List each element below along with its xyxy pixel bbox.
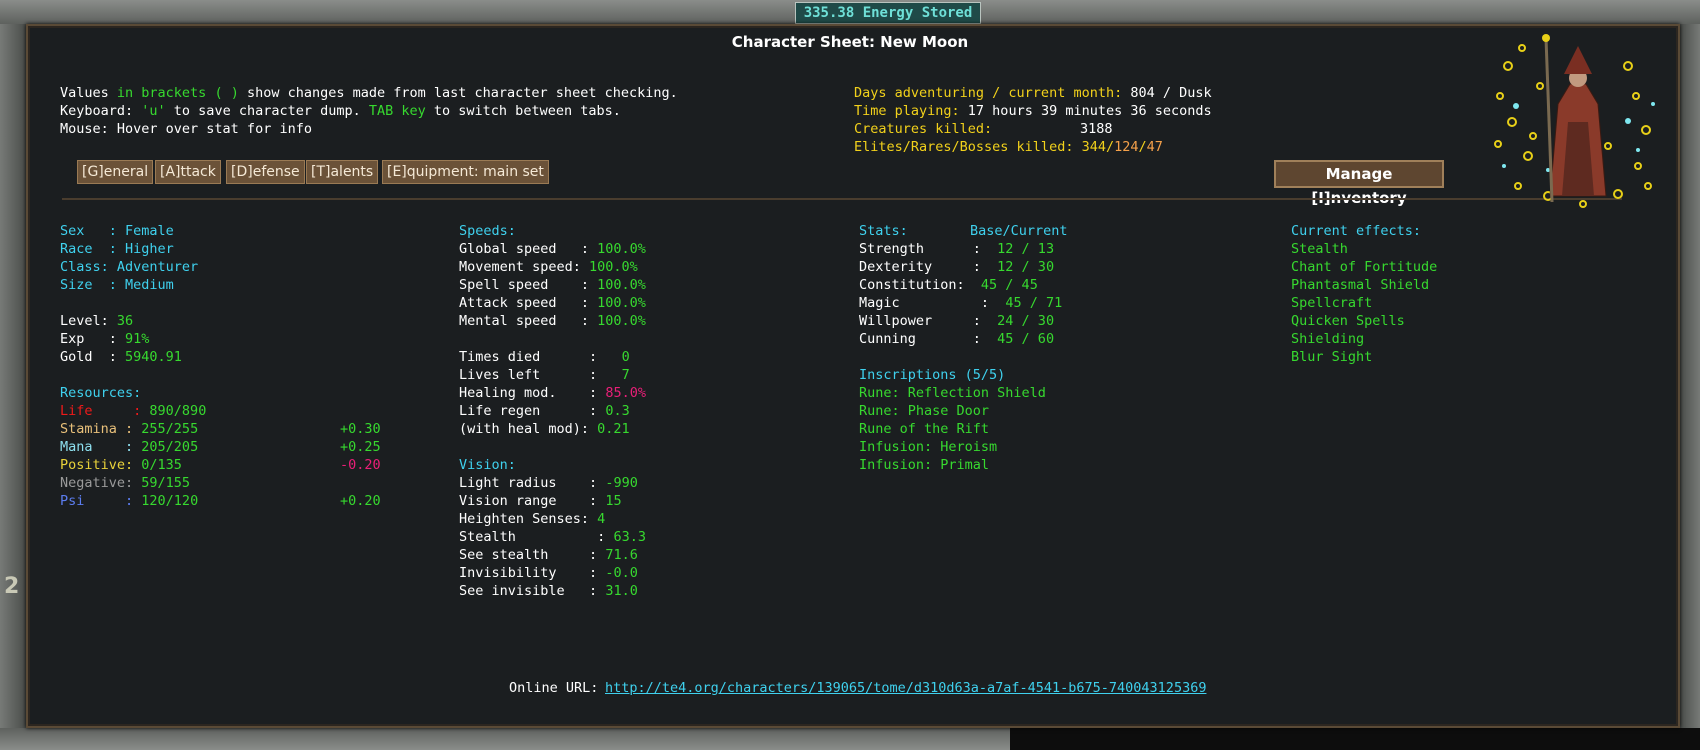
tab-defense[interactable]: [D]efense: [226, 160, 305, 184]
inscriptions-title: Inscriptions (5/5): [859, 367, 1006, 383]
game-background-right: [1680, 24, 1700, 750]
manage-inventory-button[interactable]: Manage [I]nventory: [1274, 160, 1444, 207]
lives-left[interactable]: Lives left : 7: [459, 366, 630, 384]
creatures-killed-label: Creatures killed:: [854, 121, 993, 137]
resource-life[interactable]: Life : 890/890: [60, 402, 206, 420]
inscription-item[interactable]: Infusion: Heroism: [859, 438, 997, 456]
speed-movement[interactable]: Movement speed: 100.0%: [459, 258, 638, 276]
effect-item[interactable]: Spellcraft: [1291, 294, 1372, 312]
effect-item[interactable]: Shielding: [1291, 330, 1364, 348]
stat-dexterity[interactable]: Dexterity : 12 / 30: [859, 258, 1054, 276]
tab-talents[interactable]: [T]alents: [306, 160, 379, 184]
effect-item[interactable]: Phantasmal Shield: [1291, 276, 1429, 294]
effect-item[interactable]: Quicken Spells: [1291, 312, 1405, 330]
speed-mental[interactable]: Mental speed : 100.0%: [459, 312, 646, 330]
tab-attack[interactable]: [A]ttack: [155, 160, 221, 184]
info-line-keyboard: Keyboard: 'u' to save character dump. TA…: [60, 103, 621, 119]
speed-spell[interactable]: Spell speed : 100.0%: [459, 276, 646, 294]
gold-row[interactable]: Gold : 5940.91: [60, 348, 182, 366]
vision-title: Vision:: [459, 457, 516, 473]
stats-title: Stats:: [859, 223, 908, 239]
healing-mod[interactable]: Healing mod. : 85.0%: [459, 384, 646, 402]
vision-heighten-senses[interactable]: Heighten Senses: 4: [459, 510, 605, 528]
resource-psi-regen: +0.20: [340, 493, 381, 509]
effect-item[interactable]: Stealth: [1291, 240, 1348, 258]
life-regen[interactable]: Life regen : 0.3: [459, 402, 630, 420]
effects-title: Current effects:: [1291, 223, 1422, 239]
stat-cunning[interactable]: Cunning : 45 / 60: [859, 330, 1054, 348]
stat-constitution[interactable]: Constitution: 45 / 45: [859, 276, 1038, 294]
creatures-killed-value: 3188: [1080, 121, 1113, 137]
resource-stamina[interactable]: Stamina : 255/255: [60, 420, 198, 438]
race-value: Race : Higher: [60, 241, 174, 257]
resources-title: Resources:: [60, 385, 142, 401]
stats-header: Base/Current: [970, 223, 1068, 239]
resource-stamina-regen: +0.30: [340, 421, 381, 437]
vision-see-invisible[interactable]: See invisible : 31.0: [459, 582, 638, 600]
level-row[interactable]: Level: 36: [60, 312, 133, 330]
effect-item[interactable]: Blur Sight: [1291, 348, 1372, 366]
effect-item[interactable]: Chant of Fortitude: [1291, 258, 1437, 276]
resource-mana[interactable]: Mana : 205/205: [60, 438, 198, 456]
time-playing: Time playing: 17 hours 39 minutes 36 sec…: [854, 103, 1212, 119]
stat-strength[interactable]: Strength : 12 / 13: [859, 240, 1054, 258]
size-value: Size : Medium: [60, 277, 174, 293]
vision-invisibility[interactable]: Invisibility : -0.0: [459, 564, 638, 582]
info-line-brackets: Values in brackets ( ) show changes made…: [60, 85, 678, 101]
speed-global[interactable]: Global speed : 100.0%: [459, 240, 646, 258]
online-url-label: Online URL:: [509, 680, 607, 696]
page-title: Character Sheet: New Moon: [731, 33, 969, 51]
resource-mana-regen: +0.25: [340, 439, 381, 455]
vision-range[interactable]: Vision range : 15: [459, 492, 622, 510]
resource-positive[interactable]: Positive: 0/135: [60, 456, 182, 474]
tab-general[interactable]: [G]eneral: [77, 160, 154, 184]
tab-equipment[interactable]: [E]quipment: main set: [382, 160, 549, 184]
inscription-item[interactable]: Rune: Phase Door: [859, 402, 989, 420]
hotkey-number: 2: [4, 574, 20, 599]
resource-negative[interactable]: Negative: 59/155: [60, 474, 190, 492]
game-background-dark: [1010, 728, 1700, 750]
times-died[interactable]: Times died : 0: [459, 348, 630, 366]
elites-killed: Elites/Rares/Bosses killed: 344/124/47: [854, 139, 1163, 155]
stat-magic[interactable]: Magic : 45 / 71: [859, 294, 1062, 312]
inscription-item[interactable]: Rune of the Rift: [859, 420, 989, 438]
online-url-link[interactable]: http://te4.org/characters/139065/tome/d3…: [605, 680, 1206, 696]
inscription-item[interactable]: Infusion: Primal: [859, 456, 989, 474]
vision-stealth[interactable]: Stealth : 63.3: [459, 528, 646, 546]
energy-stored-indicator: 335.38 Energy Stored: [795, 2, 981, 24]
days-adventuring: Days adventuring / current month: 804 / …: [854, 85, 1212, 101]
section-divider: [62, 198, 1622, 200]
vision-light-radius[interactable]: Light radius : -990: [459, 474, 638, 492]
exp-row[interactable]: Exp : 91%: [60, 330, 149, 348]
speeds-title: Speeds:: [459, 223, 516, 239]
inscription-item[interactable]: Rune: Reflection Shield: [859, 384, 1046, 402]
class-value: Class: Adventurer: [60, 259, 199, 275]
sex-value: Sex : Female: [60, 223, 174, 239]
stat-willpower[interactable]: Willpower : 24 / 30: [859, 312, 1054, 330]
vision-see-stealth[interactable]: See stealth : 71.6: [459, 546, 638, 564]
resource-positive-regen: -0.20: [340, 457, 381, 473]
info-line-mouse: Mouse: Hover over stat for info: [60, 121, 312, 137]
game-background-left: [0, 24, 26, 750]
speed-attack[interactable]: Attack speed : 100.0%: [459, 294, 646, 312]
character-portrait: [1494, 34, 1655, 208]
resource-psi[interactable]: Psi : 120/120: [60, 492, 198, 510]
life-regen-heal-mod[interactable]: (with heal mod): 0.21: [459, 420, 630, 438]
